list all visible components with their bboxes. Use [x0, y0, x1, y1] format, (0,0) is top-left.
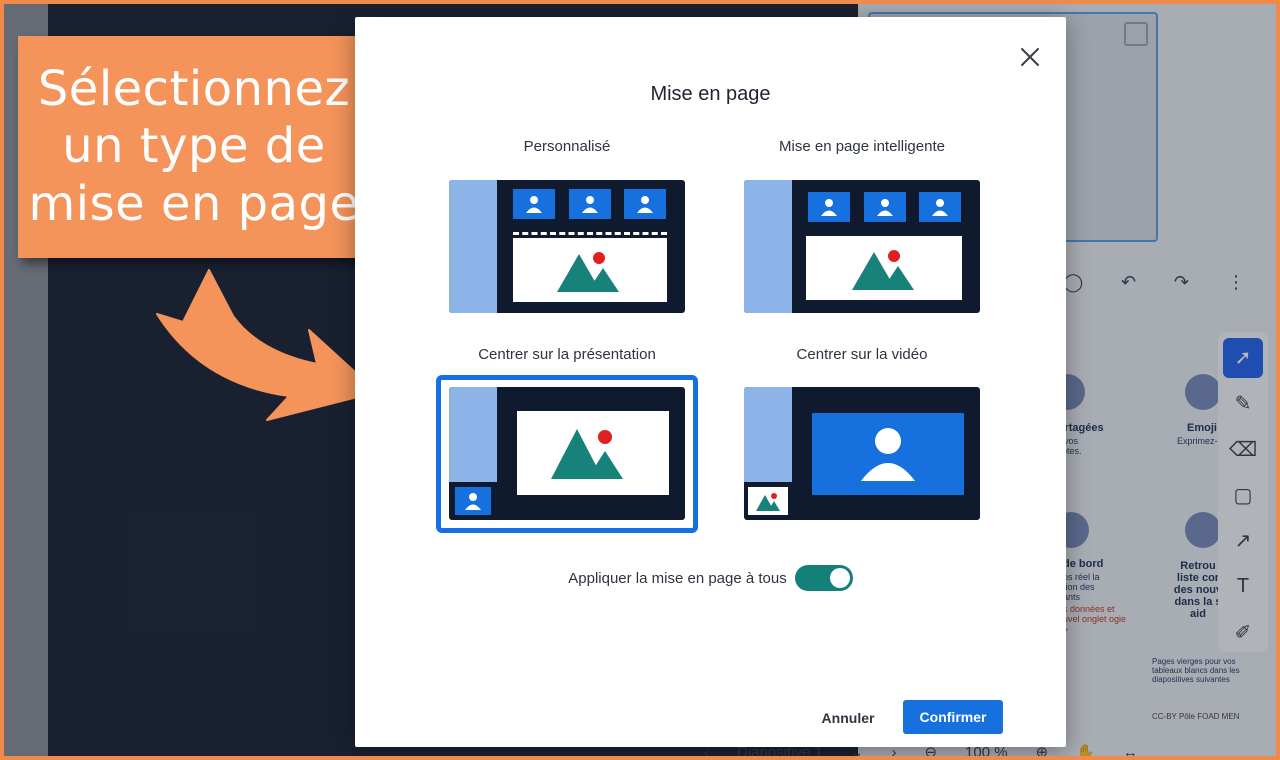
person-icon	[624, 189, 666, 219]
option-label-smart: Mise en page intelligente	[779, 138, 945, 155]
layout-sidebar	[449, 180, 497, 313]
layout-option-video[interactable]	[744, 387, 980, 520]
close-icon[interactable]	[1016, 43, 1044, 71]
toggle-knob	[829, 568, 850, 588]
apply-all-label: Appliquer la mise en page à tous	[568, 569, 787, 587]
apply-all-toggle[interactable]	[794, 565, 853, 591]
person-icon	[919, 192, 961, 222]
layout-dialog: Mise en page Personnalisé Mise en page i…	[355, 17, 1066, 747]
instruction-callout: Sélectionnez un type de mise en page	[18, 36, 370, 258]
person-icon	[861, 428, 915, 481]
layout-option-smart[interactable]	[744, 180, 980, 313]
slide-preview	[806, 236, 962, 300]
person-icon	[864, 192, 906, 222]
app-frame: ◯ ↶ ↷ ⋮ Partagées z vos notes. Emoji Exp…	[4, 4, 1276, 756]
layout-sidebar	[744, 180, 792, 313]
image-icon	[551, 429, 623, 479]
person-icon	[513, 189, 555, 219]
video-preview-large	[812, 413, 964, 495]
person-icon	[455, 487, 491, 515]
option-label-custom: Personnalisé	[523, 138, 611, 155]
apply-all-row: Appliquer la mise en page à tous	[355, 565, 1066, 591]
slide-preview	[513, 238, 667, 302]
cancel-button[interactable]: Annuler	[813, 703, 883, 733]
person-icon	[569, 189, 611, 219]
layout-option-custom[interactable]	[449, 180, 685, 313]
pointing-arrow-icon	[156, 269, 378, 421]
image-icon	[756, 493, 780, 511]
dashed-divider	[513, 232, 667, 235]
image-icon	[557, 252, 619, 292]
callout-text: Sélectionnez un type de mise en page	[28, 60, 360, 232]
layout-sidebar	[744, 387, 792, 482]
layout-option-presentation[interactable]	[449, 387, 685, 520]
image-icon	[852, 250, 914, 290]
person-icon	[808, 192, 850, 222]
slide-preview	[517, 411, 669, 495]
dialog-title: Mise en page	[650, 83, 771, 105]
option-label-video: Centrer sur la vidéo	[796, 346, 928, 363]
confirm-button[interactable]: Confirmer	[903, 700, 1003, 734]
option-label-presentation: Centrer sur la présentation	[478, 346, 656, 363]
slide-thumbnail	[748, 487, 788, 515]
layout-sidebar	[449, 387, 497, 482]
